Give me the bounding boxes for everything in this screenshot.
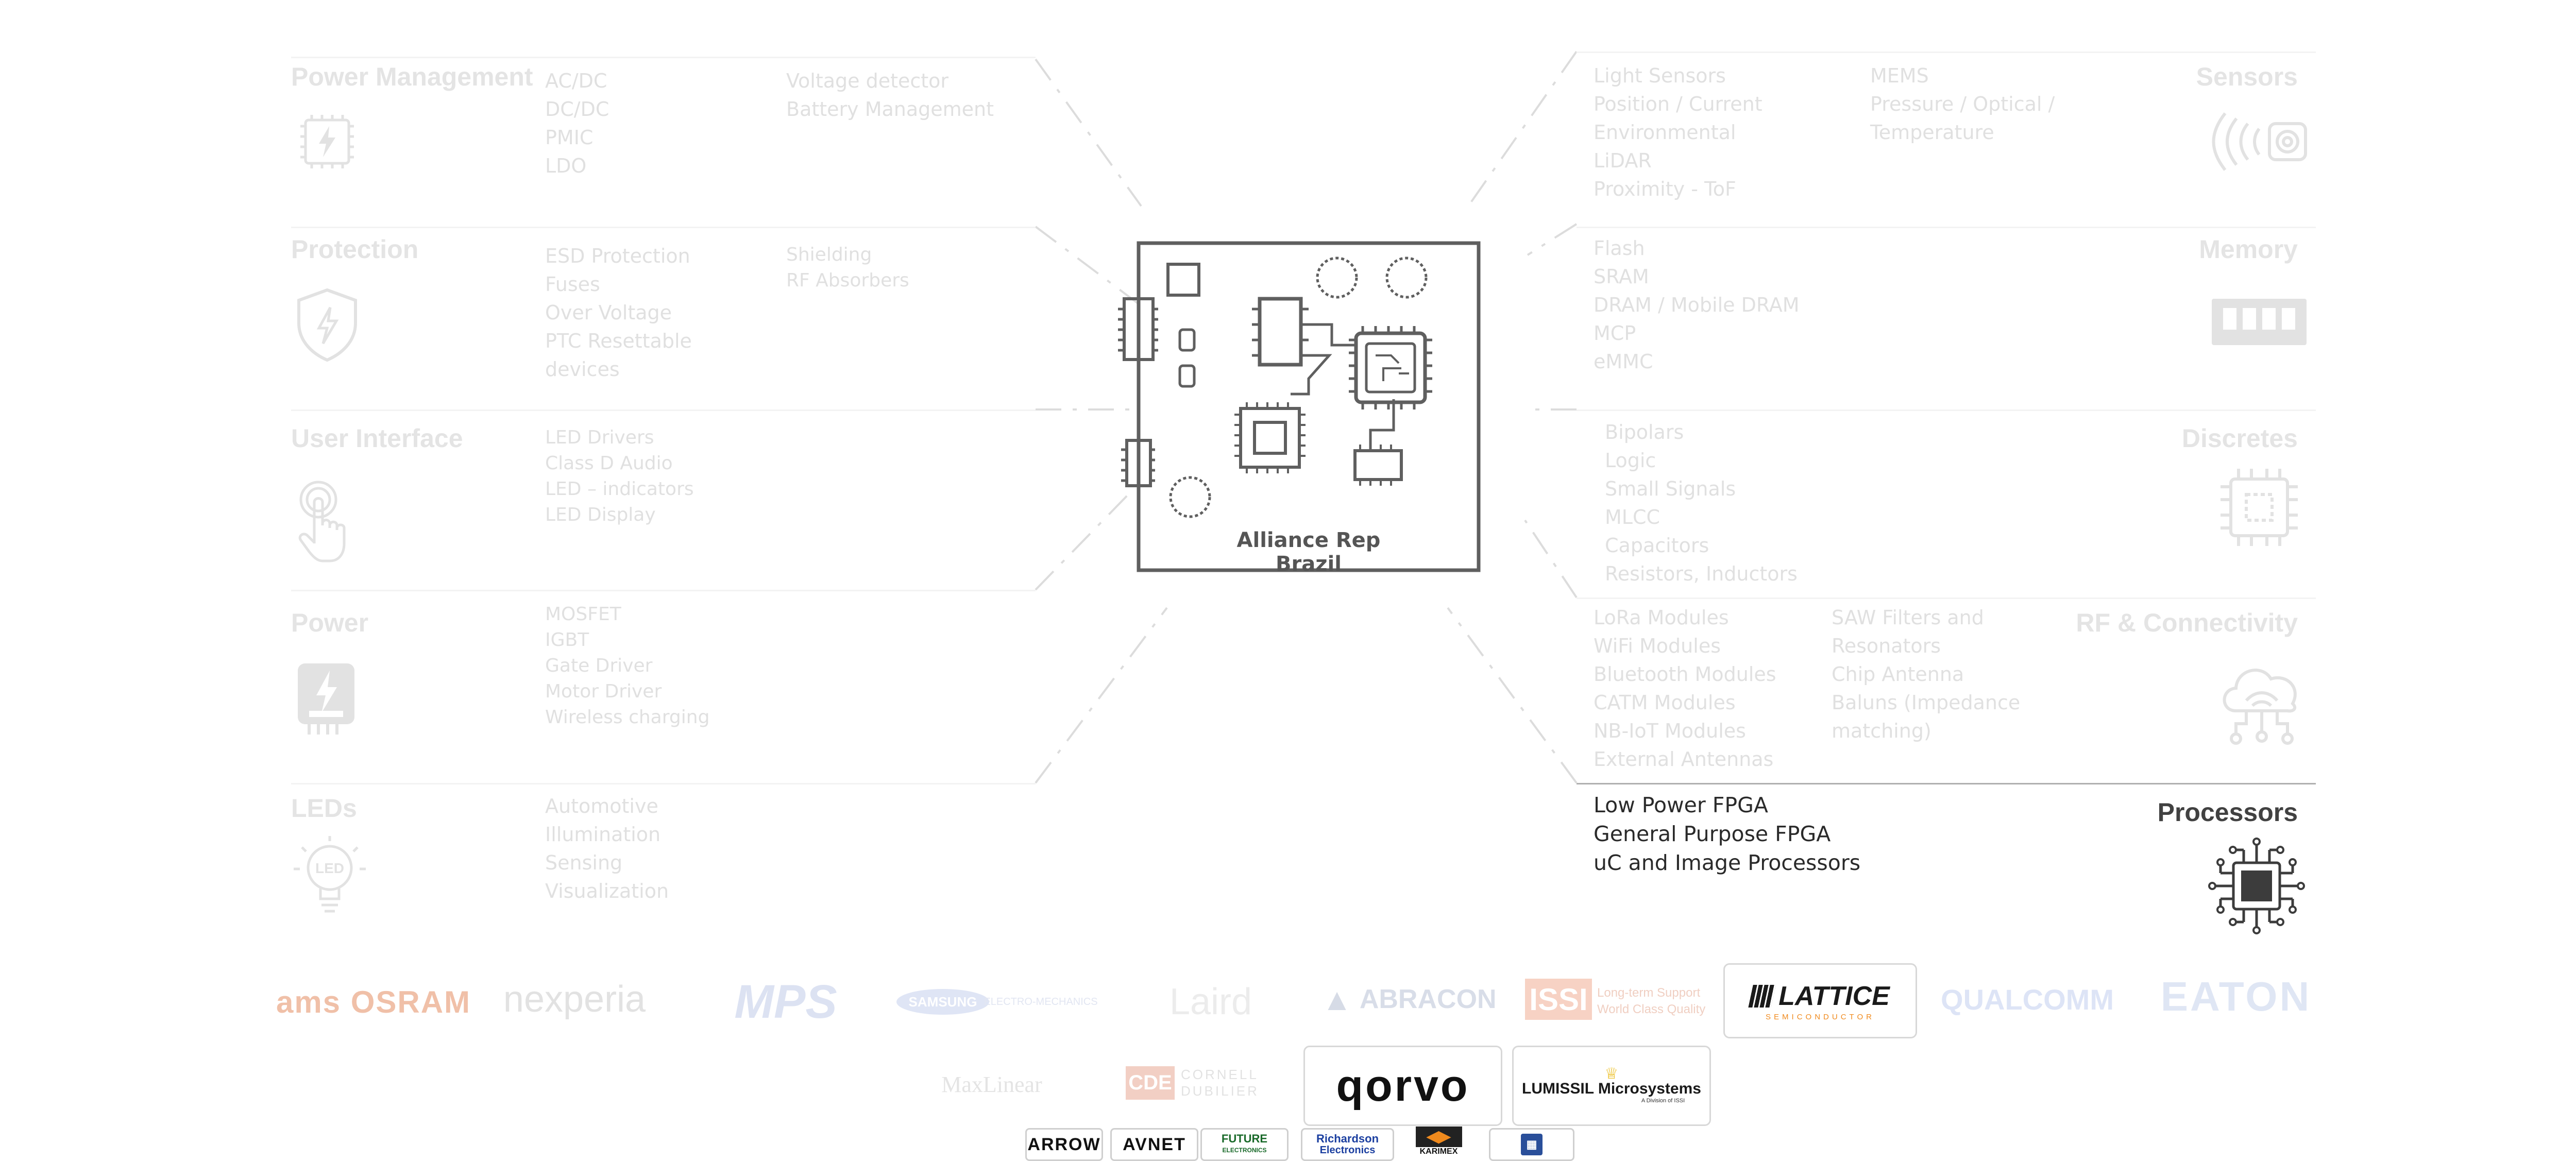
logo-ams-osram: ams OSRAM bbox=[276, 984, 471, 1019]
separator bbox=[1577, 783, 2316, 784]
category-title-discretes: Discretes bbox=[2181, 424, 2298, 453]
logo-distributor-emblem: ▦ bbox=[1489, 1128, 1574, 1161]
shield-bolt-icon bbox=[297, 288, 357, 362]
logo-arrow: ARROW bbox=[1025, 1128, 1103, 1161]
category-title-power: Power bbox=[291, 608, 369, 637]
category-items-rf-2: SAW Filters and Resonators Chip Antenna Bal… bbox=[1832, 606, 2021, 742]
category-title-rf: RF & Connectivity bbox=[2076, 608, 2298, 637]
category-items-processors: Low Power FPGA General Purpose FPGA uC and… bbox=[1594, 793, 1861, 875]
logo-lattice: LATTICE SEMICONDUCTOR bbox=[1723, 963, 1917, 1038]
separator bbox=[1577, 227, 2316, 228]
category-title-sensors: Sensors bbox=[2196, 62, 2298, 91]
separator bbox=[1577, 597, 2316, 599]
logo-issi-tagline: Long-term Support World Class Quality bbox=[1597, 986, 1706, 1016]
logo-nexperia: nexperia bbox=[503, 979, 646, 1020]
logo-samsung: SAMSUNG bbox=[896, 986, 989, 1017]
logo-issi: ISSI bbox=[1525, 979, 1592, 1020]
power-bolt-icon bbox=[298, 663, 354, 735]
logo-karimex: ◀▶ KARIMEX bbox=[1401, 1124, 1476, 1159]
touch-hand-icon bbox=[298, 481, 346, 562]
discrete-chip-icon bbox=[2221, 469, 2298, 546]
category-title-leds: LEDs bbox=[291, 794, 357, 823]
category-items-sensors-2: MEMS Pressure / Optical / Temperature bbox=[1870, 64, 2055, 144]
logo-avnet: AVNET bbox=[1110, 1128, 1198, 1161]
category-items-leds: Automotive Illumination Sensing Visualizati… bbox=[545, 795, 669, 902]
processor-chip-icon bbox=[2208, 838, 2305, 934]
category-items-discretes: Bipolars Logic Small Signals MLCC Capacitors… bbox=[1605, 421, 1798, 585]
separator bbox=[291, 57, 1036, 58]
logo-maxlinear: MaxLinear bbox=[941, 1071, 1042, 1097]
category-title-power-management: Power Management bbox=[291, 62, 533, 91]
category-items-protection: ESD Protection Fuses Over Voltage PTC Reset… bbox=[545, 245, 692, 381]
category-items-power: MOSFET IGBT Gate Driver Motor Driver Wireles… bbox=[545, 604, 710, 728]
category-items-sensors: Light Sensors Position / Current Environme… bbox=[1594, 64, 1762, 200]
logo-samsung-em: ELECTRO-MECHANICS bbox=[984, 996, 1098, 1008]
logo-cde-name: CORNELL DUBILIER bbox=[1181, 1067, 1259, 1099]
category-items-power-management: AC/DC DC/DC PMIC LDO bbox=[545, 70, 609, 177]
logo-qorvo: QORVO bbox=[1303, 1046, 1502, 1126]
category-title-protection: Protection bbox=[291, 235, 419, 264]
category-items-memory: Flash SRAM DRAM / Mobile DRAM MCP eMMC bbox=[1594, 237, 1800, 373]
memory-stick-icon bbox=[2208, 299, 2311, 345]
category-title-processors: Processors bbox=[2157, 798, 2298, 827]
category-items-user-interface: LED Drivers Class D Audio LED – indicators… bbox=[545, 427, 694, 525]
logo-eaton: EATON bbox=[2160, 974, 2312, 1019]
category-title-memory: Memory bbox=[2199, 235, 2298, 264]
logo-future-electronics: FUTURE ELECTRONICS bbox=[1200, 1128, 1289, 1161]
separator bbox=[291, 409, 1036, 411]
logo-qualcomm: QUALCOMM bbox=[1941, 983, 2114, 1016]
power-chip-icon bbox=[300, 115, 354, 168]
logo-mps: MPS bbox=[734, 975, 837, 1028]
category-items-rf: LoRa Modules WiFi Modules Bluetooth Module… bbox=[1594, 606, 1776, 771]
logo-laird: Laird bbox=[1169, 981, 1252, 1022]
separator bbox=[1577, 52, 2316, 53]
led-bulb-icon: LED bbox=[294, 836, 366, 913]
logo-richardson: Richardson Electronics bbox=[1301, 1128, 1394, 1161]
category-items-protection-2: Shielding RF Absorbers bbox=[786, 244, 909, 291]
svg-text:LED: LED bbox=[315, 860, 344, 876]
separator bbox=[291, 783, 1036, 784]
category-items-power-management-2: Voltage detector Battery Management bbox=[786, 70, 994, 121]
separator bbox=[291, 227, 1036, 228]
cloud-network-icon bbox=[2223, 669, 2297, 745]
category-title-user-interface: User Interface bbox=[291, 424, 463, 453]
logo-cde: CDE bbox=[1126, 1066, 1175, 1100]
sensor-waves-icon bbox=[2212, 112, 2307, 171]
separator bbox=[291, 590, 1036, 591]
logo-abracon: ▲ ABRACON bbox=[1321, 982, 1497, 1017]
logo-lumissil: ♕ LUMISSIL Microsystems A Division of IS… bbox=[1512, 1046, 1711, 1126]
separator bbox=[1577, 409, 2316, 411]
board-label: Alliance Rep Brazil bbox=[1236, 528, 1381, 576]
